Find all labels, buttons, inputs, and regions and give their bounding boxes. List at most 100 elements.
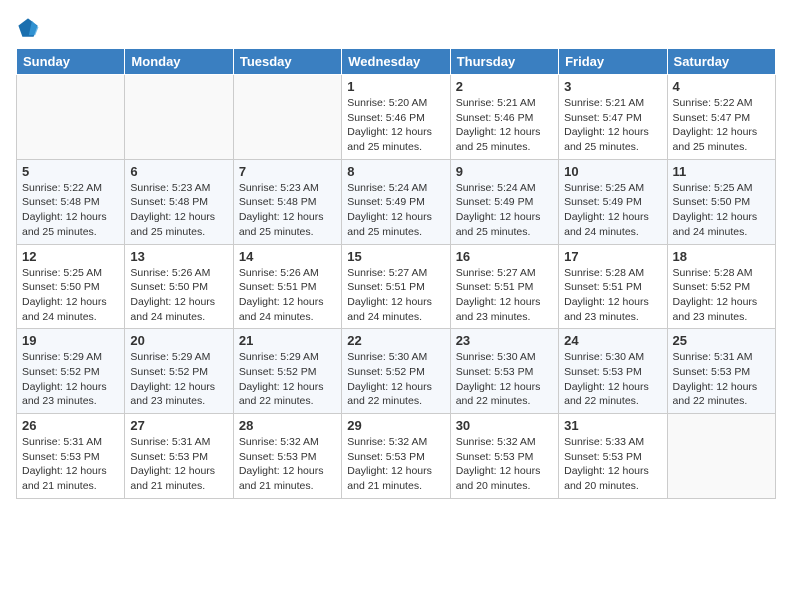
day-number: 31 (564, 418, 661, 433)
calendar-cell: 2Sunrise: 5:21 AMSunset: 5:46 PMDaylight… (450, 75, 558, 160)
day-info: Sunrise: 5:30 AMSunset: 5:53 PMDaylight:… (456, 350, 553, 409)
calendar-cell: 15 Sunrise: 5:27 AMSunset: 5:51 PMDayligh… (342, 244, 450, 329)
day-number: 8 (347, 164, 444, 179)
day-info: Sunrise: 5:24 AMSunset: 5:49 PMDaylight:… (347, 181, 444, 240)
day-info: Sunrise: 5:25 AMSunset: 5:49 PMDaylight:… (564, 181, 661, 240)
day-info: Sunrise: 5:22 AMSunset: 5:47 PMDaylight:… (673, 96, 770, 155)
day-info: Sunrise: 5:32 AMSunset: 5:53 PMDaylight:… (347, 435, 444, 494)
day-number: 3 (564, 79, 661, 94)
calendar-cell: 16 Sunrise: 5:27 AMSunset: 5:51 PMDayligh… (450, 244, 558, 329)
column-header-tuesday: Tuesday (233, 49, 341, 75)
calendar-cell: 24 Sunrise: 5:30 AMSunset: 5:53 PMDayligh… (559, 329, 667, 414)
day-number: 21 (239, 333, 336, 348)
day-info: Sunrise: 5:27 AMSunset: 5:51 PMDaylight:… (456, 266, 553, 325)
calendar-cell: 6Sunrise: 5:23 AMSunset: 5:48 PMDaylight… (125, 159, 233, 244)
calendar-cell: 12 Sunrise: 5:25 AMSunset: 5:50 PMDayligh… (17, 244, 125, 329)
day-number: 14 (239, 249, 336, 264)
day-number: 23 (456, 333, 553, 348)
day-number: 27 (130, 418, 227, 433)
day-number: 2 (456, 79, 553, 94)
logo-icon (16, 16, 40, 40)
column-header-friday: Friday (559, 49, 667, 75)
day-info: Sunrise: 5:21 AMSunset: 5:47 PMDaylight:… (564, 96, 661, 155)
calendar-cell: 26 Sunrise: 5:31 AMSunset: 5:53 PMDayligh… (17, 414, 125, 499)
calendar-table: SundayMondayTuesdayWednesdayThursdayFrid… (16, 48, 776, 499)
calendar-week-row: 19 Sunrise: 5:29 AMSunset: 5:52 PMDayligh… (17, 329, 776, 414)
day-number: 13 (130, 249, 227, 264)
day-info: Sunrise: 5:31 AMSunset: 5:53 PMDaylight:… (673, 350, 770, 409)
day-number: 7 (239, 164, 336, 179)
day-info: Sunrise: 5:25 AMSunset: 5:50 PMDaylight:… (22, 266, 119, 325)
calendar-cell: 21 Sunrise: 5:29 AMSunset: 5:52 PMDayligh… (233, 329, 341, 414)
day-info: Sunrise: 5:27 AMSunset: 5:51 PMDaylight:… (347, 266, 444, 325)
calendar-cell: 27 Sunrise: 5:31 AMSunset: 5:53 PMDayligh… (125, 414, 233, 499)
calendar-cell: 25 Sunrise: 5:31 AMSunset: 5:53 PMDayligh… (667, 329, 775, 414)
calendar-cell: 29 Sunrise: 5:32 AMSunset: 5:53 PMDayligh… (342, 414, 450, 499)
calendar-cell: 7 Sunrise: 5:23 AMSunset: 5:48 PMDaylight… (233, 159, 341, 244)
day-number: 4 (673, 79, 770, 94)
day-number: 6 (130, 164, 227, 179)
column-header-thursday: Thursday (450, 49, 558, 75)
calendar-cell: 4 Sunrise: 5:22 AMSunset: 5:47 PMDaylight… (667, 75, 775, 160)
column-header-sunday: Sunday (17, 49, 125, 75)
calendar-cell: 8 Sunrise: 5:24 AMSunset: 5:49 PMDaylight… (342, 159, 450, 244)
column-header-wednesday: Wednesday (342, 49, 450, 75)
calendar-week-row: 5 Sunrise: 5:22 AMSunset: 5:48 PMDaylight… (17, 159, 776, 244)
column-header-saturday: Saturday (667, 49, 775, 75)
calendar-header-row: SundayMondayTuesdayWednesdayThursdayFrid… (17, 49, 776, 75)
calendar-cell: 19 Sunrise: 5:29 AMSunset: 5:52 PMDayligh… (17, 329, 125, 414)
day-number: 17 (564, 249, 661, 264)
day-info: Sunrise: 5:32 AMSunset: 5:53 PMDaylight:… (239, 435, 336, 494)
day-info: Sunrise: 5:20 AMSunset: 5:46 PMDaylight:… (347, 96, 444, 155)
day-number: 25 (673, 333, 770, 348)
day-info: Sunrise: 5:24 AMSunset: 5:49 PMDaylight:… (456, 181, 553, 240)
day-info: Sunrise: 5:29 AMSunset: 5:52 PMDaylight:… (22, 350, 119, 409)
day-number: 16 (456, 249, 553, 264)
calendar-week-row: 1 Sunrise: 5:20 AMSunset: 5:46 PMDaylight… (17, 75, 776, 160)
day-number: 18 (673, 249, 770, 264)
calendar-cell: 10 Sunrise: 5:25 AMSunset: 5:49 PMDayligh… (559, 159, 667, 244)
day-number: 26 (22, 418, 119, 433)
day-number: 30 (456, 418, 553, 433)
calendar-cell (667, 414, 775, 499)
calendar-cell: 5 Sunrise: 5:22 AMSunset: 5:48 PMDaylight… (17, 159, 125, 244)
logo (16, 16, 44, 40)
calendar-cell: 20Sunrise: 5:29 AMSunset: 5:52 PMDayligh… (125, 329, 233, 414)
day-number: 24 (564, 333, 661, 348)
day-number: 15 (347, 249, 444, 264)
calendar-cell: 17 Sunrise: 5:28 AMSunset: 5:51 PMDayligh… (559, 244, 667, 329)
day-info: Sunrise: 5:26 AMSunset: 5:51 PMDaylight:… (239, 266, 336, 325)
day-number: 19 (22, 333, 119, 348)
day-number: 12 (22, 249, 119, 264)
day-info: Sunrise: 5:30 AMSunset: 5:53 PMDaylight:… (564, 350, 661, 409)
calendar-cell: 13 Sunrise: 5:26 AMSunset: 5:50 PMDayligh… (125, 244, 233, 329)
calendar-week-row: 26 Sunrise: 5:31 AMSunset: 5:53 PMDayligh… (17, 414, 776, 499)
day-number: 10 (564, 164, 661, 179)
calendar-cell: 1 Sunrise: 5:20 AMSunset: 5:46 PMDaylight… (342, 75, 450, 160)
day-info: Sunrise: 5:31 AMSunset: 5:53 PMDaylight:… (130, 435, 227, 494)
day-number: 29 (347, 418, 444, 433)
calendar-cell (17, 75, 125, 160)
day-number: 5 (22, 164, 119, 179)
day-number: 1 (347, 79, 444, 94)
day-info: Sunrise: 5:22 AMSunset: 5:48 PMDaylight:… (22, 181, 119, 240)
day-info: Sunrise: 5:28 AMSunset: 5:51 PMDaylight:… (564, 266, 661, 325)
day-number: 20 (130, 333, 227, 348)
calendar-cell: 14 Sunrise: 5:26 AMSunset: 5:51 PMDayligh… (233, 244, 341, 329)
day-info: Sunrise: 5:26 AMSunset: 5:50 PMDaylight:… (130, 266, 227, 325)
calendar-cell: 30 Sunrise: 5:32 AMSunset: 5:53 PMDayligh… (450, 414, 558, 499)
day-info: Sunrise: 5:30 AMSunset: 5:52 PMDaylight:… (347, 350, 444, 409)
day-info: Sunrise: 5:31 AMSunset: 5:53 PMDaylight:… (22, 435, 119, 494)
calendar-cell (125, 75, 233, 160)
day-info: Sunrise: 5:29 AMSunset: 5:52 PMDaylight:… (239, 350, 336, 409)
calendar-cell: 11Sunrise: 5:25 AMSunset: 5:50 PMDayligh… (667, 159, 775, 244)
day-info: Sunrise: 5:23 AMSunset: 5:48 PMDaylight:… (239, 181, 336, 240)
calendar-cell: 31Sunrise: 5:33 AMSunset: 5:53 PMDayligh… (559, 414, 667, 499)
day-info: Sunrise: 5:32 AMSunset: 5:53 PMDaylight:… (456, 435, 553, 494)
day-info: Sunrise: 5:25 AMSunset: 5:50 PMDaylight:… (673, 181, 770, 240)
calendar-week-row: 12 Sunrise: 5:25 AMSunset: 5:50 PMDayligh… (17, 244, 776, 329)
column-header-monday: Monday (125, 49, 233, 75)
calendar-cell: 3 Sunrise: 5:21 AMSunset: 5:47 PMDaylight… (559, 75, 667, 160)
day-info: Sunrise: 5:28 AMSunset: 5:52 PMDaylight:… (673, 266, 770, 325)
day-number: 22 (347, 333, 444, 348)
